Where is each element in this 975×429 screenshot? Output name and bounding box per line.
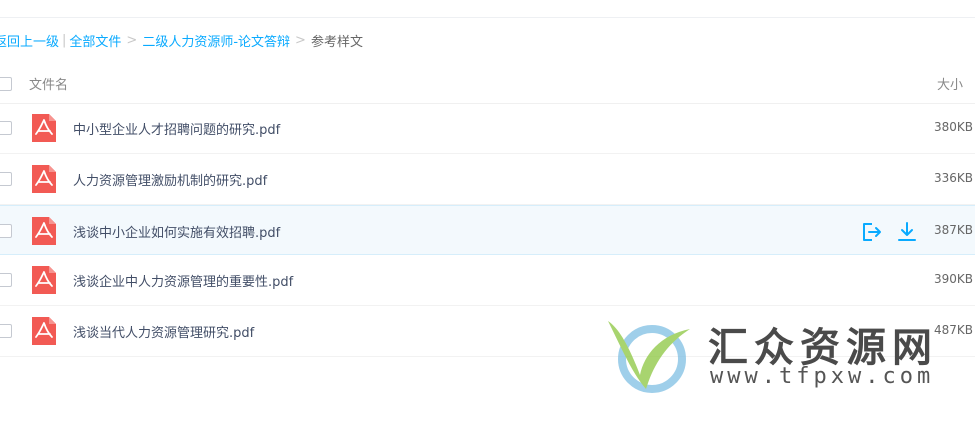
file-size: 390KB: [933, 272, 973, 286]
breadcrumb-folder-link[interactable]: 二级人力资源师-论文答辩: [142, 31, 290, 50]
select-all-checkbox[interactable]: [0, 77, 12, 91]
file-name-link[interactable]: 浅谈中小企业如何实施有效招聘.pdf: [73, 222, 280, 241]
breadcrumb-all-files-link[interactable]: 全部文件: [69, 31, 121, 50]
breadcrumb: 返回上一级 | 全部文件 > 二级人力资源师-论文答辩 > 参考样文: [0, 31, 363, 50]
file-size: 487KB: [933, 323, 973, 337]
breadcrumb-back-link[interactable]: 返回上一级: [0, 31, 59, 50]
share-export-icon[interactable]: [860, 221, 882, 243]
pdf-file-icon: [32, 217, 56, 245]
row-checkbox[interactable]: [0, 224, 12, 238]
pdf-file-icon: [32, 165, 56, 193]
row-checkbox[interactable]: [0, 172, 12, 186]
file-list-header: 文件名 大小: [0, 67, 975, 104]
breadcrumb-separator: >: [295, 32, 306, 48]
pdf-file-icon: [32, 266, 56, 294]
file-size: 336KB: [933, 171, 973, 185]
file-row[interactable]: 浅谈企业中人力资源管理的重要性.pdf 390KB: [0, 255, 975, 306]
row-actions: [860, 221, 918, 243]
file-row[interactable]: 中小型企业人才招聘问题的研究.pdf 380KB: [0, 103, 975, 154]
file-size: 387KB: [933, 223, 973, 237]
pdf-file-icon: [32, 317, 56, 345]
file-name-link[interactable]: 人力资源管理激励机制的研究.pdf: [73, 170, 267, 189]
file-row-hovered[interactable]: 浅谈中小企业如何实施有效招聘.pdf 387KB: [0, 205, 975, 255]
file-name-link[interactable]: 浅谈企业中人力资源管理的重要性.pdf: [73, 271, 293, 290]
pdf-file-icon: [32, 114, 56, 142]
watermark-url: www.tfpxw.com: [710, 364, 935, 389]
row-checkbox[interactable]: [0, 273, 12, 287]
file-name-link[interactable]: 浅谈当代人力资源管理研究.pdf: [73, 322, 254, 341]
breadcrumb-separator: >: [126, 32, 138, 48]
row-checkbox[interactable]: [0, 324, 12, 338]
download-icon[interactable]: [896, 221, 918, 243]
file-name-link[interactable]: 中小型企业人才招聘问题的研究.pdf: [73, 119, 280, 138]
row-checkbox[interactable]: [0, 121, 12, 135]
file-row[interactable]: 人力资源管理激励机制的研究.pdf 336KB: [0, 154, 975, 205]
column-header-size[interactable]: 大小: [937, 74, 963, 93]
file-size: 380KB: [933, 120, 973, 134]
breadcrumb-divider: |: [62, 32, 67, 48]
breadcrumb-current: 参考样文: [310, 34, 363, 50]
watermark-logo-icon: [608, 321, 690, 393]
column-header-name[interactable]: 文件名: [29, 74, 68, 93]
file-browser-page: 返回上一级 | 全部文件 > 二级人力资源师-论文答辩 > 参考样文 文件名 大…: [0, 0, 975, 429]
watermark: 汇众资源网 www.tfpxw.com: [604, 315, 934, 395]
top-bar: [0, 0, 975, 18]
